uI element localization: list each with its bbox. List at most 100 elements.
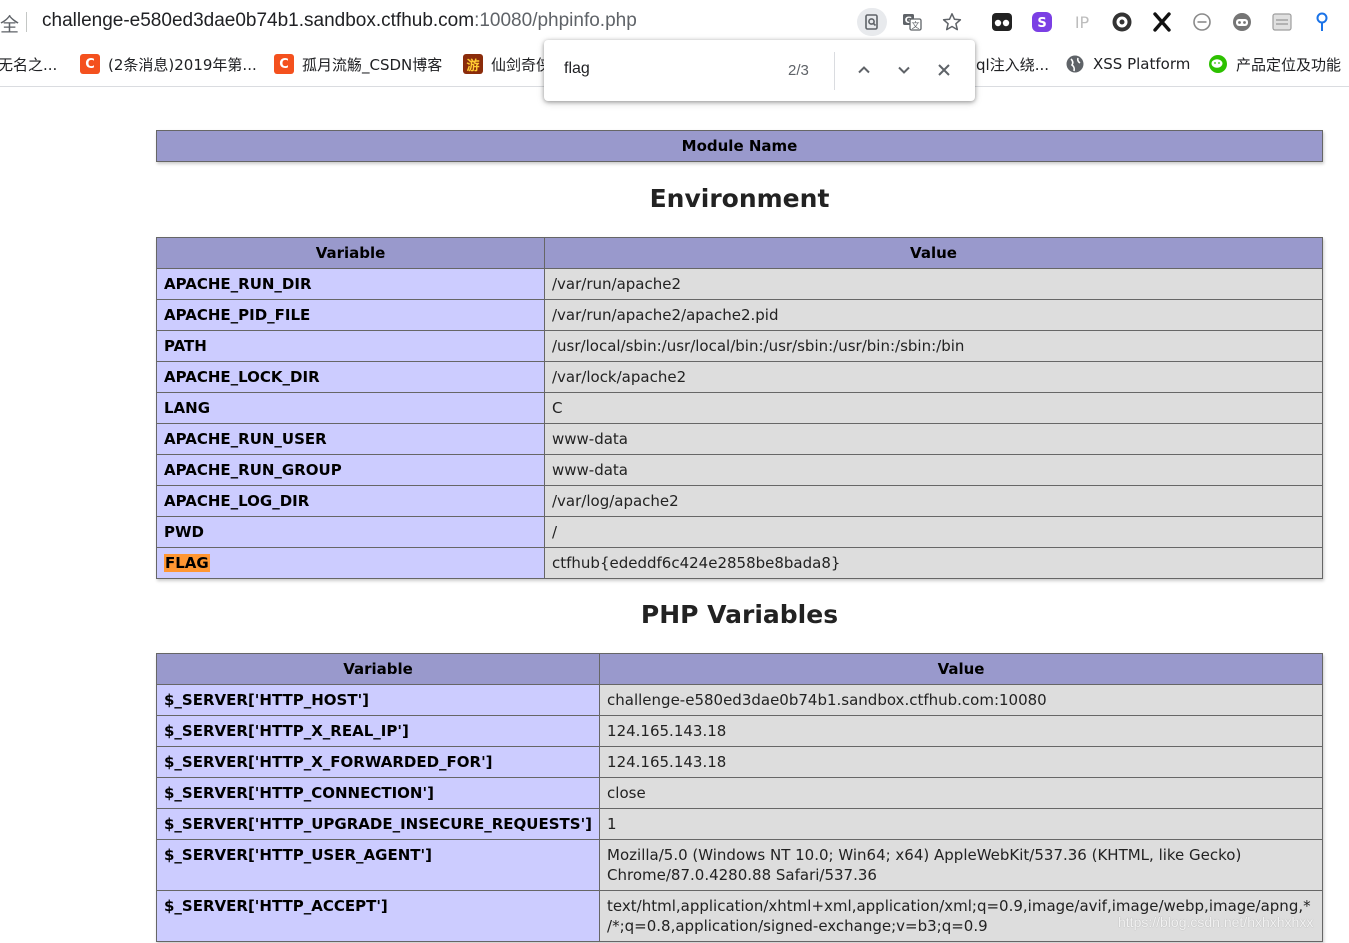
chevron-down-icon [898,66,910,74]
csdn-icon: C [274,54,294,74]
variable-value: ctfhub{ededdf6c424e2858be8bada8} [544,547,1323,579]
variable-name-cell: APACHE_RUN_USER [156,423,545,455]
table-row: LANG C [156,392,1323,424]
bookmark-item[interactable]: 游 仙剑奇侠 [463,50,551,78]
table-row: APACHE_LOG_DIR/var/log/apache2 [156,485,1323,517]
variable-value: www-data [544,454,1323,486]
table-row: $_SERVER['HTTP_UPGRADE_INSECURE_REQUESTS… [155,808,1323,840]
variable-name-cell: APACHE_LOG_DIR [156,485,545,517]
variable-value: /var/log/apache2 [544,485,1323,517]
find-next-button[interactable] [891,57,917,83]
table-row: $_SERVER['HTTP_USER_AGENT'] Mozilla/5.0 (… [155,839,1323,891]
variable-name-cell: APACHE_PID_FILE [156,299,545,331]
variable-name: APACHE_LOG_DIR [164,492,310,510]
find-previous-button[interactable] [851,57,877,83]
variable-name: APACHE_RUN_GROUP [164,461,342,479]
environment-table: Variable Value APACHE_RUN_DIR/var/run/ap… [156,237,1323,579]
variable-value: /var/run/apache2 [544,268,1323,300]
table-row: APACHE_RUN_DIR/var/run/apache2 [156,268,1323,300]
csdn-icon: C [80,54,100,74]
bookmark-item[interactable]: ql注入绕... [976,50,1049,78]
variable-name: $_SERVER['HTTP_X_FORWARDED_FOR'] [164,753,493,771]
bookmark-label: 产品定位及功能 [1236,55,1342,74]
bookmark-item[interactable]: XSS Platform [1065,50,1190,78]
bookmark-item[interactable]: C 孤月流觞_CSDN博客 [274,50,442,78]
table-row: PATH/usr/local/sbin:/usr/local/bin:/usr/… [156,330,1323,362]
table-header: Module Name [156,130,1323,162]
close-icon [938,64,950,76]
table-header: Value [544,237,1323,269]
table-row: $_SERVER['HTTP_X_FORWARDED_FOR'] 124.165.… [155,746,1323,778]
variable-value: / [544,516,1323,548]
variable-value: Mozilla/5.0 (Windows NT 10.0; Win64; x64… [599,839,1323,891]
find-highlight: FLAG [164,554,210,572]
security-indicator[interactable]: 全 [0,10,19,37]
bookmark-item[interactable]: 无名之... [0,50,57,78]
variable-name-cell: $_SERVER['HTTP_HOST'] [155,684,601,716]
x-icon[interactable] [1148,8,1176,36]
ip-icon[interactable]: IP [1068,8,1096,36]
svg-text:S: S [1037,16,1046,31]
variable-name-cell: $_SERVER['HTTP_USER_AGENT'] [155,839,601,891]
variable-name-cell: PATH [156,330,545,362]
variable-name: APACHE_RUN_DIR [164,275,312,293]
variable-value: challenge-e580ed3dae0b74b1.sandbox.ctfhu… [599,684,1323,716]
variable-name-cell: APACHE_RUN_GROUP [156,454,545,486]
variable-name-cell: $_SERVER['HTTP_ACCEPT'] [155,890,601,942]
variable-name: APACHE_PID_FILE [164,306,311,324]
variable-name: PWD [164,523,204,541]
variable-name-cell: $_SERVER['HTTP_X_REAL_IP'] [155,715,601,747]
bookmark-item[interactable]: C (2条消息)2019年第... [80,50,257,78]
variable-name: $_SERVER['HTTP_HOST'] [164,691,370,709]
address-bar[interactable]: 全 challenge-e580ed3dae0b74b1.sandbox.ctf… [0,0,1349,44]
find-in-page-icon[interactable] [857,8,887,36]
eye-icon[interactable] [1108,8,1136,36]
url-host: challenge-e580ed3dae0b74b1.sandbox.ctfhu… [42,10,475,31]
variable-name: $_SERVER['HTTP_X_REAL_IP'] [164,722,409,740]
url-path: :10080/phpinfo.php [474,10,637,31]
ip-icon-label: IP [1074,12,1090,32]
window-icon[interactable] [1268,8,1296,36]
robot-icon[interactable] [1228,8,1256,36]
block-icon[interactable] [1188,8,1216,36]
table-row: APACHE_LOCK_DIR/var/lock/apache2 [156,361,1323,393]
table-row: APACHE_RUN_USER www-data [156,423,1323,455]
bookmark-star-icon[interactable] [937,8,967,36]
variable-value: close [599,777,1323,809]
find-input[interactable] [564,60,764,78]
bookmark-item[interactable]: 产品定位及功能 [1208,50,1341,78]
svg-text:文: 文 [912,20,920,30]
table-header-row: Module Name [156,130,1323,162]
pin-icon[interactable] [1308,8,1336,36]
section-heading-php-variables: PHP Variables [640,600,839,629]
section-heading-environment: Environment [649,184,830,213]
variable-name: PATH [164,337,207,355]
bookmark-label: ql注入绕... [976,55,1049,74]
bookmark-label: 仙剑奇侠 [491,55,552,74]
table-header-row: Variable Value [156,237,1323,269]
find-divider [834,52,835,90]
url-text[interactable]: challenge-e580ed3dae0b74b1.sandbox.ctfhu… [42,10,637,32]
wechat-icon [1208,54,1228,74]
variable-value: C [544,392,1323,424]
find-bar: 2/3 [544,40,975,101]
table-header: Variable [156,237,545,269]
variable-value: /var/lock/apache2 [544,361,1323,393]
table-row: $_SERVER['HTTP_X_REAL_IP'] 124.165.143.18 [155,715,1323,747]
variable-value: /var/run/apache2/apache2.pid [544,299,1323,331]
variable-name: $_SERVER['HTTP_ACCEPT'] [164,897,388,915]
translate-icon[interactable]: G文 [897,8,927,36]
stylus-icon[interactable]: S [1028,8,1056,36]
variable-name: $_SERVER['HTTP_USER_AGENT'] [164,846,432,864]
bookmark-label: XSS Platform [1093,55,1191,73]
variable-name-cell: $_SERVER['HTTP_CONNECTION'] [155,777,601,809]
glasses-icon[interactable] [988,8,1016,36]
find-close-button[interactable] [931,57,957,83]
variable-value: www-data [544,423,1323,455]
table-row: $_SERVER['HTTP_CONNECTION'] close [155,777,1323,809]
variable-name-cell: APACHE_RUN_DIR [156,268,545,300]
variable-name-cell: $_SERVER['HTTP_X_FORWARDED_FOR'] [155,746,601,778]
variable-name: $_SERVER['HTTP_UPGRADE_INSECURE_REQUESTS… [164,815,593,833]
variable-value: 124.165.143.18 [599,746,1323,778]
variable-name: APACHE_RUN_USER [164,430,327,448]
